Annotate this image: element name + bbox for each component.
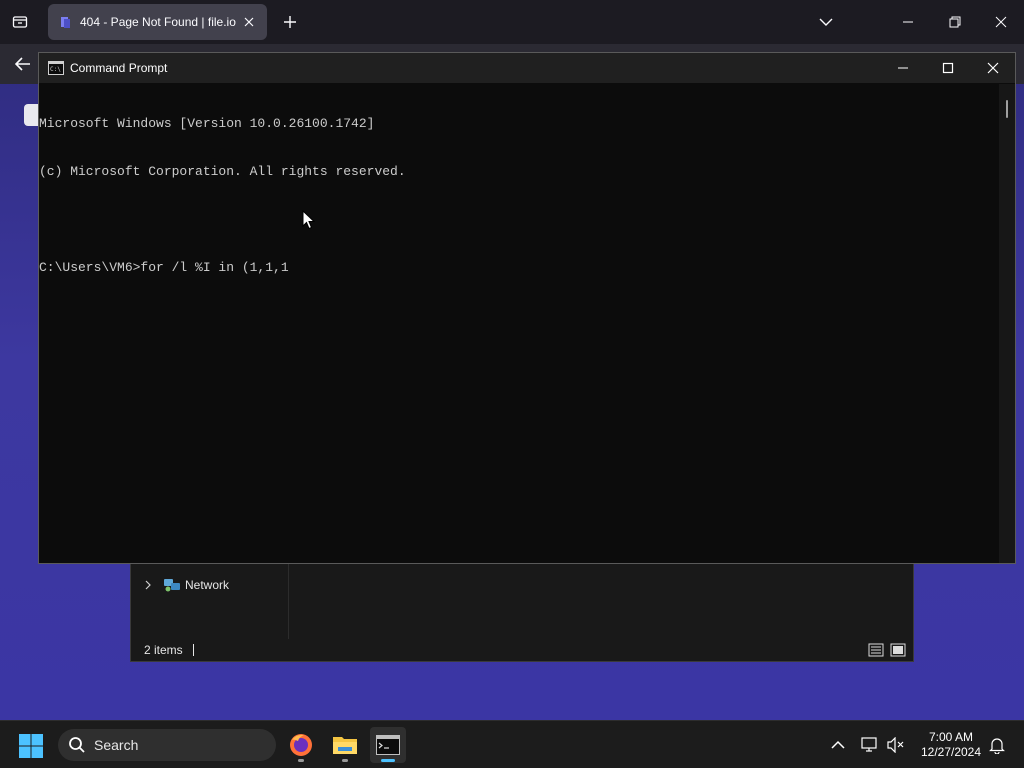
running-indicator — [342, 759, 348, 762]
clock-date: 12/27/2024 — [920, 745, 982, 759]
console-line: (c) Microsoft Corporation. All rights re… — [39, 164, 406, 179]
window-title: Command Prompt — [70, 61, 168, 75]
browser-restore-icon[interactable] — [943, 10, 967, 34]
minimize-icon[interactable] — [891, 56, 915, 80]
view-toggle-group — [867, 642, 907, 658]
file-explorer-taskbar-button[interactable] — [327, 727, 363, 763]
mouse-pointer-icon — [302, 210, 316, 230]
firefox-view-icon[interactable] — [8, 10, 32, 34]
command-input-line[interactable]: C:\Users\VM6>for /l %I in (1,1,1 — [39, 260, 999, 276]
nav-item-label: Network — [185, 578, 230, 592]
title-bar[interactable]: C:\ Command Prompt — [39, 53, 1015, 83]
terminal-icon — [376, 735, 400, 755]
running-indicator — [298, 759, 304, 762]
browser-tab[interactable]: 404 - Page Not Found | file.io — [48, 4, 267, 40]
browser-tab-bar: 404 - Page Not Found | file.io — [0, 0, 1024, 44]
status-bar: 2 items — [144, 643, 194, 657]
system-clock[interactable]: 7:00 AM 12/27/2024 — [912, 730, 990, 760]
console-line: Microsoft Windows [Version 10.0.26100.17… — [39, 116, 375, 131]
vertical-scrollbar[interactable] — [999, 84, 1015, 563]
nav-item-network[interactable]: Network — [141, 577, 229, 593]
firefox-taskbar-button[interactable] — [283, 727, 319, 763]
status-divider — [192, 644, 194, 656]
scrollbar-thumb[interactable] — [1006, 100, 1008, 118]
large-icons-view-icon[interactable] — [889, 642, 907, 658]
file-explorer-icon — [333, 737, 357, 754]
tab-title: 404 - Page Not Found | file.io — [80, 15, 236, 29]
search-label: Search — [94, 737, 139, 753]
file-io-favicon-icon — [61, 17, 70, 28]
firefox-icon — [290, 734, 312, 756]
taskbar: Search 7:00 AM 12/27/2024 — [0, 720, 1024, 768]
command-prompt-window[interactable]: C:\ Command Prompt Microsoft Windows [Ve… — [38, 52, 1016, 564]
close-tab-icon[interactable] — [241, 14, 257, 30]
details-view-icon[interactable] — [867, 642, 885, 658]
network-icon — [164, 579, 180, 592]
command-prompt-taskbar-button[interactable] — [370, 727, 406, 763]
list-all-tabs-icon[interactable] — [816, 12, 836, 32]
network-status-icon[interactable] — [860, 735, 880, 755]
active-indicator — [381, 759, 395, 762]
maximize-icon[interactable] — [936, 56, 960, 80]
back-arrow-icon[interactable] — [12, 53, 34, 75]
browser-close-icon[interactable] — [989, 10, 1013, 34]
new-tab-icon[interactable] — [280, 12, 300, 32]
item-count: 2 items — [144, 643, 183, 657]
taskbar-search[interactable]: Search — [58, 729, 276, 761]
browser-minimize-icon[interactable] — [896, 10, 920, 34]
show-hidden-icons-chevron-up-icon[interactable] — [828, 735, 848, 755]
clock-time: 7:00 AM — [928, 730, 974, 744]
svg-text:C:\: C:\ — [50, 66, 61, 73]
windows-start-icon[interactable] — [18, 733, 44, 759]
volume-muted-icon[interactable] — [886, 735, 906, 755]
notification-bell-icon[interactable] — [987, 735, 1007, 755]
command-prompt-icon: C:\ — [48, 61, 64, 75]
search-icon — [69, 737, 85, 753]
console-output[interactable]: Microsoft Windows [Version 10.0.26100.17… — [39, 84, 999, 562]
chevron-right-icon[interactable] — [141, 580, 155, 590]
close-icon[interactable] — [981, 56, 1005, 80]
